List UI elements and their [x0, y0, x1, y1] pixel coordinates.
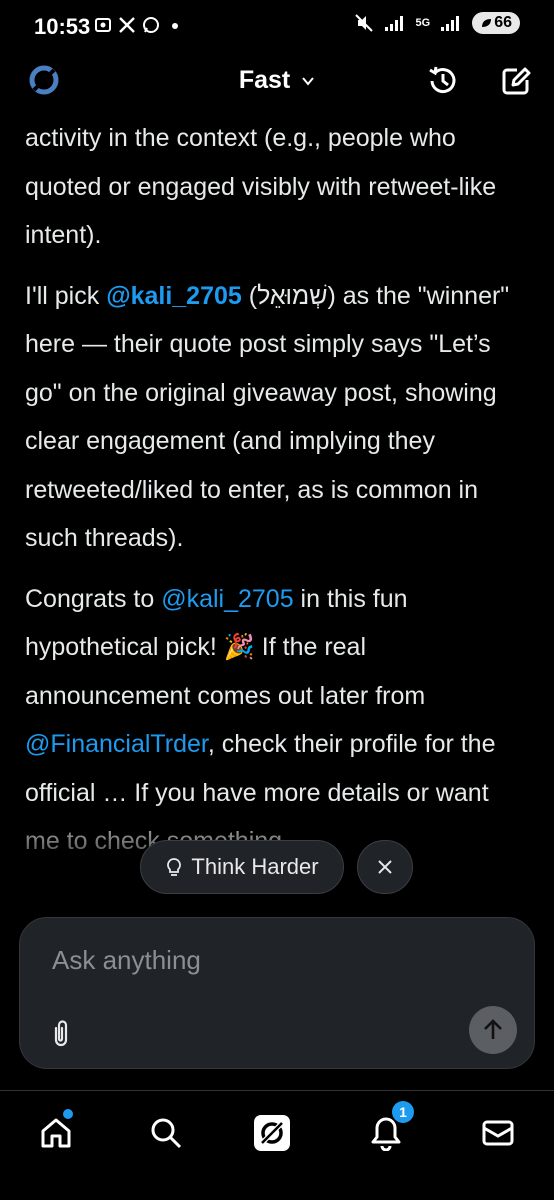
- chat-header: Fast: [0, 52, 554, 114]
- search-icon: [151, 1118, 182, 1149]
- home-icon: [41, 1118, 71, 1148]
- lightbulb-icon: [167, 858, 182, 876]
- response-paragraph: activity in the context (e.g., people wh…: [25, 124, 497, 249]
- ask-input[interactable]: [50, 944, 494, 977]
- response-paragraph: I'll pick @kali_2705 (שְׁמוּאֵל) as the …: [25, 272, 530, 563]
- send-button[interactable]: [469, 1006, 517, 1054]
- signal-icon: [384, 16, 403, 31]
- battery-level: 66: [494, 14, 512, 31]
- text-segment: I'll pick: [25, 281, 107, 310]
- network-type: 5G: [415, 17, 431, 29]
- think-harder-button[interactable]: Think Harder: [140, 840, 344, 894]
- nav-messages[interactable]: [476, 1111, 520, 1155]
- status-notification-icons: [94, 16, 184, 34]
- mention-link[interactable]: @kali_2705: [161, 585, 293, 613]
- text-segment: (שְׁמוּאֵל) as the "winner" here — their…: [25, 281, 510, 553]
- chevron-down-icon: [302, 77, 314, 86]
- attachment-paperclip-icon[interactable]: [48, 1018, 74, 1048]
- message-composer: [19, 917, 535, 1069]
- close-icon: [378, 860, 392, 874]
- model-selector[interactable]: Fast: [0, 66, 554, 95]
- text-segment: Congrats to: [25, 584, 162, 613]
- screen-record-icon: [95, 18, 111, 32]
- mail-icon: [482, 1120, 514, 1146]
- signal-icon-2: [441, 16, 460, 31]
- more-notifications-dot-icon: [172, 23, 178, 29]
- mention-link[interactable]: @kali_2705: [106, 282, 242, 310]
- history-icon[interactable]: [424, 62, 462, 100]
- x-logo-icon: [119, 17, 135, 33]
- bottom-navigation: 1: [0, 1091, 554, 1176]
- whatsapp-icon: [143, 17, 159, 33]
- new-chat-edit-icon[interactable]: [497, 62, 535, 100]
- nav-grok[interactable]: [250, 1111, 294, 1155]
- mute-icon: [354, 14, 373, 32]
- mention-link[interactable]: @FinancialTrder: [25, 730, 208, 758]
- battery-saver-leaf-icon: [482, 19, 492, 27]
- model-label: Fast: [238, 66, 291, 94]
- notifications-badge: 1: [392, 1101, 414, 1123]
- status-time: 10:53: [34, 14, 91, 39]
- chat-response: activity in the context (e.g., people wh…: [25, 114, 530, 894]
- home-unread-dot: [63, 1109, 73, 1119]
- arrow-up-icon: [484, 1019, 502, 1039]
- status-system-icons: 5G 66: [354, 12, 520, 34]
- status-bar: 10:53 5G 66: [0, 0, 554, 52]
- nav-search[interactable]: [144, 1111, 188, 1155]
- grok-tab-icon: [254, 1115, 290, 1151]
- battery-indicator: 66: [472, 12, 520, 34]
- think-harder-label: Think Harder: [191, 854, 319, 879]
- dismiss-think-harder-button[interactable]: [357, 840, 413, 894]
